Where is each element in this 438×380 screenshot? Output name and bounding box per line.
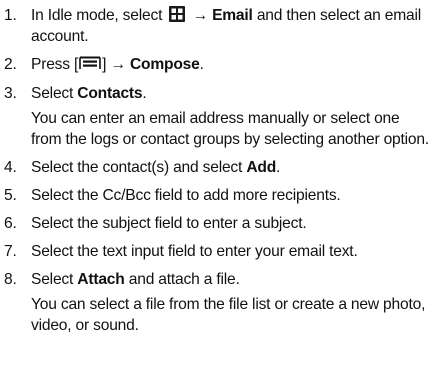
step-text: Select the contact(s) and select Add. — [31, 157, 430, 178]
step-text-pre: Select — [31, 271, 74, 288]
step-7: 7. Select the text input field to enter … — [4, 241, 430, 262]
step-note: You can enter an email address manually … — [31, 110, 430, 148]
step-number: 8. — [4, 271, 17, 288]
step-text: Select the subject field to enter a subj… — [31, 215, 307, 232]
step-number: 2. — [4, 56, 17, 73]
step-text: Select Contacts. You can enter an email … — [31, 83, 430, 150]
step-text-post: . — [276, 159, 281, 176]
menu-option-contacts: Contacts — [77, 85, 143, 102]
step-1: 1. In Idle mode, select → Email and then… — [4, 5, 430, 47]
step-text-mid: ] → — [102, 56, 126, 73]
arrow: → — [192, 7, 209, 24]
step-text-post: and attach a file. — [128, 271, 240, 288]
step-text-post: . — [142, 85, 147, 102]
step-8: 8. Select Attach and attach a file. You … — [4, 269, 430, 336]
step-number: 5. — [4, 187, 17, 204]
step-text: Select the Cc/Bcc field to add more reci… — [31, 187, 341, 204]
instruction-document: 1. In Idle mode, select → Email and then… — [0, 0, 438, 380]
step-4: 4. Select the contact(s) and select Add. — [4, 157, 430, 178]
step-text-pre: Press [ — [31, 56, 79, 73]
menu-option-add: Add — [246, 159, 277, 176]
step-5: 5. Select the Cc/Bcc field to add more r… — [4, 185, 430, 206]
steps-list: 1. In Idle mode, select → Email and then… — [4, 5, 430, 336]
menu-key-icon — [79, 55, 101, 76]
step-text-pre: Select — [31, 85, 74, 102]
menu-grid-icon — [169, 6, 186, 22]
step-2: 2. Press [ ] → Compose. — [4, 54, 430, 76]
step-3: 3. Select Contacts. You can enter an ema… — [4, 83, 430, 150]
step-number: 3. — [4, 85, 17, 102]
step-note: You can select a file from the file list… — [31, 296, 426, 334]
step-text: Select Attach and attach a file. You can… — [31, 269, 430, 336]
step-number: 7. — [4, 243, 17, 260]
step-text-pre: Select the contact(s) and select — [31, 159, 243, 176]
step-6: 6. Select the subject field to enter a s… — [4, 213, 430, 234]
menu-option-compose: Compose — [129, 56, 200, 73]
step-number: 6. — [4, 215, 17, 232]
step-text-post: . — [199, 56, 204, 73]
step-text: Press [ ] → Compose. — [31, 54, 430, 76]
step-text: In Idle mode, select → Email and then se… — [31, 5, 430, 47]
step-number: 1. — [4, 7, 17, 24]
step-text: Select the text input field to enter you… — [31, 243, 358, 260]
menu-option-email: Email — [212, 7, 253, 24]
menu-option-attach: Attach — [77, 271, 125, 288]
step-text-pre: In Idle mode, select — [31, 7, 163, 24]
step-number: 4. — [4, 159, 17, 176]
